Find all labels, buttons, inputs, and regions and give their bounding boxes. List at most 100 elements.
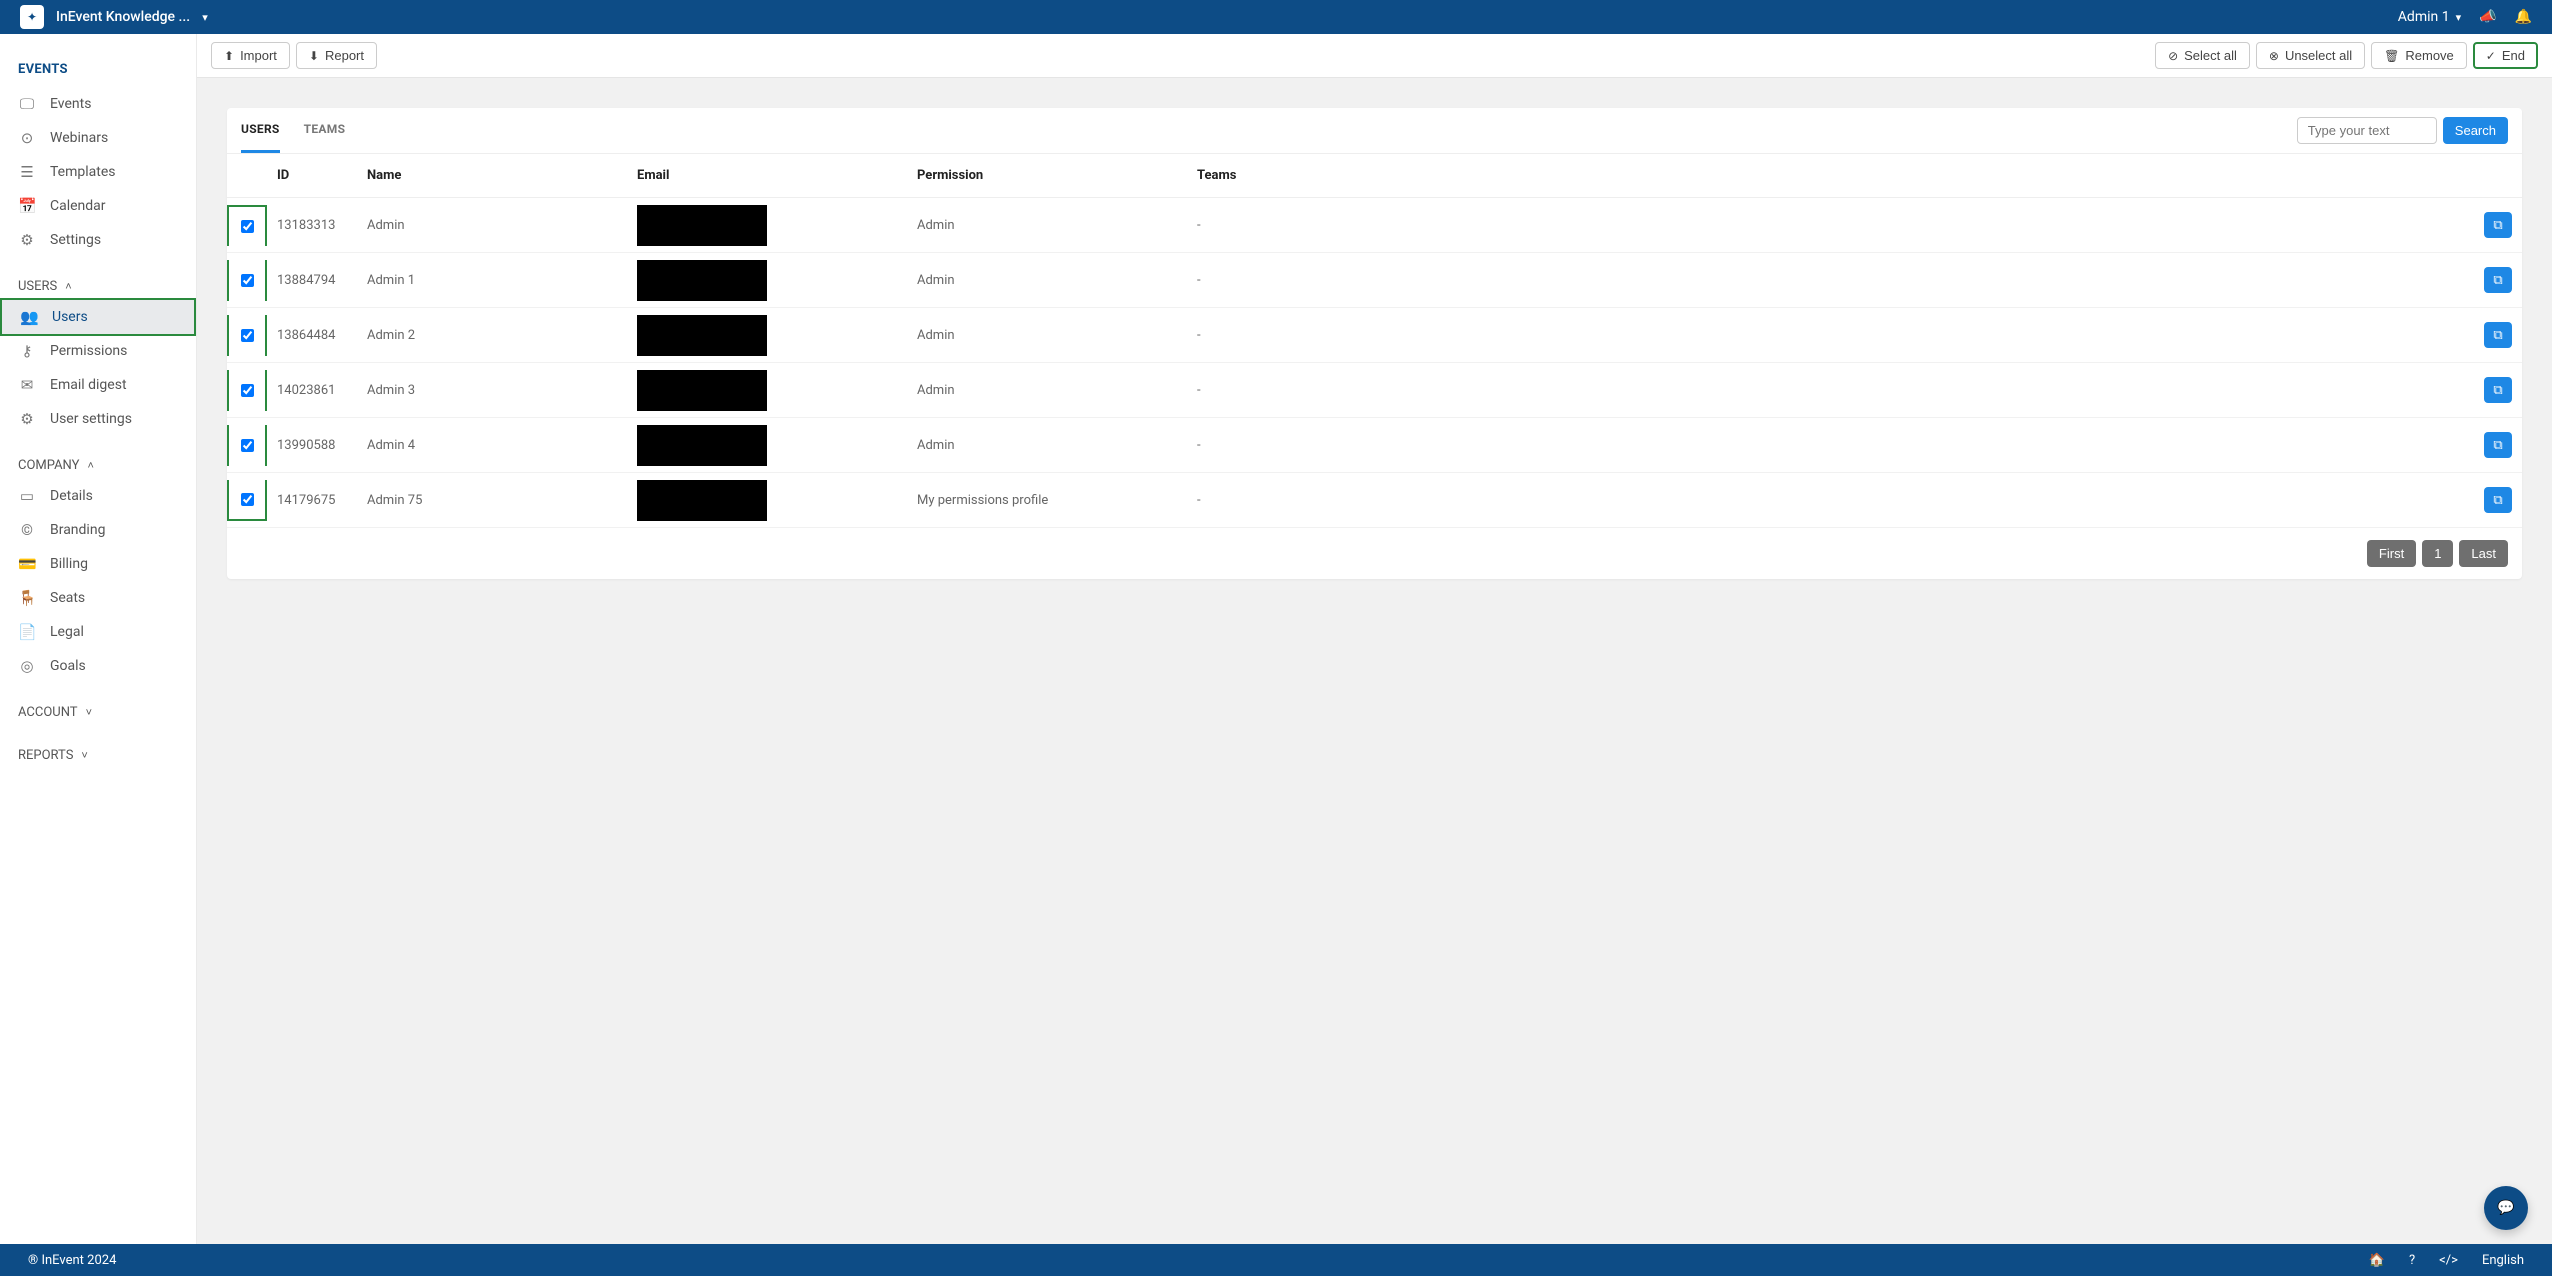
table-row[interactable]: 13990588Admin 4Admin-⧉ <box>227 418 2522 473</box>
sidebar-item-events[interactable]: 🖵 Events <box>0 87 196 121</box>
sidebar-item-users[interactable]: 👥Users <box>0 298 196 336</box>
search-button[interactable]: Search <box>2443 117 2508 144</box>
bell-icon[interactable]: 🔔 <box>2515 9 2532 25</box>
user-name: Admin 1 <box>2398 9 2450 25</box>
code-icon[interactable]: </> <box>2439 1253 2458 1268</box>
sidebar-item-email-digest[interactable]: ✉Email digest <box>0 368 196 402</box>
page-1-button[interactable]: 1 <box>2422 540 2453 567</box>
sidebar-item-templates[interactable]: ☰Templates <box>0 155 196 189</box>
page-first-button[interactable]: First <box>2367 540 2416 567</box>
external-link-icon: ⧉ <box>2493 272 2502 288</box>
remove-button[interactable]: 🗑Remove <box>2371 42 2467 69</box>
table-row[interactable]: 13183313AdminAdmin-⧉ <box>227 198 2522 253</box>
home-icon[interactable]: 🏠 <box>2369 1253 2385 1268</box>
table-row[interactable]: 13884794Admin 1Admin-⧉ <box>227 253 2522 308</box>
cell-name: Admin 2 <box>357 308 627 363</box>
cell-name: Admin 4 <box>357 418 627 473</box>
upload-icon: ⬆ <box>224 49 234 63</box>
end-button[interactable]: ✓End <box>2473 42 2538 69</box>
language-switch[interactable]: English <box>2482 1253 2524 1268</box>
chevron-down-icon: ▾ <box>2456 11 2462 24</box>
row-checkbox[interactable] <box>241 274 254 287</box>
sidebar-group-account[interactable]: ACCOUNT˅ <box>0 693 196 726</box>
help-icon[interactable]: ? <box>2409 1253 2415 1268</box>
legal-icon: 📄 <box>18 623 36 641</box>
cell-name: Admin 1 <box>357 253 627 308</box>
sidebar-item-billing[interactable]: 💳Billing <box>0 547 196 581</box>
unselect-all-button[interactable]: ⊗Unselect all <box>2256 42 2365 69</box>
row-checkbox[interactable] <box>241 329 254 342</box>
tab-teams[interactable]: TEAMS <box>304 108 346 153</box>
cell-permission: Admin <box>907 363 1187 418</box>
x-circle-icon: ⊗ <box>2269 49 2279 63</box>
external-link-icon: ⧉ <box>2493 217 2502 233</box>
table-row[interactable]: 14179675Admin 75My permissions profile-⧉ <box>227 473 2522 528</box>
cell-teams: - <box>1187 308 2462 363</box>
open-row-button[interactable]: ⧉ <box>2484 322 2512 348</box>
chevron-down-icon: ˅ <box>86 706 92 719</box>
cell-name: Admin <box>357 198 627 253</box>
sidebar-item-details[interactable]: ▭Details <box>0 479 196 513</box>
th-name: Name <box>357 154 627 198</box>
report-button[interactable]: ⬇Report <box>296 42 377 69</box>
sidebar-group-reports[interactable]: REPORTS˅ <box>0 736 196 769</box>
sidebar-item-permissions[interactable]: ⚷Permissions <box>0 334 196 368</box>
open-row-button[interactable]: ⧉ <box>2484 377 2512 403</box>
sidebar-item-goals[interactable]: ◎Goals <box>0 649 196 683</box>
chevron-up-icon: ˄ <box>65 280 71 293</box>
cell-name: Admin 75 <box>357 473 627 528</box>
label: Calendar <box>50 198 106 214</box>
sidebar-item-seats[interactable]: 🪑Seats <box>0 581 196 615</box>
cell-id: 13864484 <box>267 308 357 363</box>
cell-id: 13990588 <box>267 418 357 473</box>
goals-icon: ◎ <box>18 657 36 675</box>
sidebar-item-settings[interactable]: ⚙Settings <box>0 223 196 257</box>
open-row-button[interactable]: ⧉ <box>2484 267 2512 293</box>
sidebar-section-events: EVENTS <box>0 52 196 87</box>
open-row-button[interactable]: ⧉ <box>2484 432 2512 458</box>
cell-email <box>627 253 907 308</box>
cell-permission: My permissions profile <box>907 473 1187 528</box>
label: Events <box>50 96 91 112</box>
cell-email <box>627 363 907 418</box>
tab-users[interactable]: USERS <box>241 108 280 153</box>
sidebar-item-calendar[interactable]: 📅Calendar <box>0 189 196 223</box>
page-last-button[interactable]: Last <box>2459 540 2508 567</box>
open-row-button[interactable]: ⧉ <box>2484 487 2512 513</box>
sidebar-item-webinars[interactable]: ⊙Webinars <box>0 121 196 155</box>
app-logo: ✦ <box>20 5 44 29</box>
row-checkbox[interactable] <box>241 493 254 506</box>
row-checkbox[interactable] <box>241 384 254 397</box>
th-id: ID <box>267 154 357 198</box>
label: Permissions <box>50 343 127 359</box>
row-checkbox[interactable] <box>241 220 254 233</box>
cell-email <box>627 308 907 363</box>
sidebar-item-branding[interactable]: ©Branding <box>0 513 196 547</box>
chevron-down-icon[interactable]: ▾ <box>202 11 208 24</box>
cell-permission: Admin <box>907 253 1187 308</box>
table-row[interactable]: 14023861Admin 3Admin-⧉ <box>227 363 2522 418</box>
label: Legal <box>50 624 84 640</box>
import-button[interactable]: ⬆Import <box>211 42 290 69</box>
megaphone-icon[interactable]: 📣 <box>2479 9 2496 25</box>
select-all-button[interactable]: ⊘Select all <box>2155 42 2250 69</box>
label: User settings <box>50 411 132 427</box>
sidebar-item-legal[interactable]: 📄 Legal <box>0 615 196 649</box>
user-menu[interactable]: Admin 1 ▾ <box>2398 9 2461 25</box>
label: Details <box>50 488 93 504</box>
sidebar-group-company[interactable]: COMPANY˄ <box>0 446 196 479</box>
template-icon: ☰ <box>18 163 36 181</box>
chat-bubble[interactable]: 💬 <box>2484 1186 2528 1230</box>
row-checkbox[interactable] <box>241 439 254 452</box>
sidebar-group-users[interactable]: USERS˄ <box>0 267 196 300</box>
monitor-icon: 🖵 <box>18 95 36 113</box>
table-row[interactable]: 13864484Admin 2Admin-⧉ <box>227 308 2522 363</box>
cell-permission: Admin <box>907 198 1187 253</box>
cell-teams: - <box>1187 363 2462 418</box>
cell-permission: Admin <box>907 418 1187 473</box>
search-input[interactable] <box>2297 117 2437 144</box>
copyright: ® InEvent 2024 <box>28 1253 116 1268</box>
open-row-button[interactable]: ⧉ <box>2484 212 2512 238</box>
users-table: ID Name Email Permission Teams 13183313A… <box>227 154 2522 528</box>
sidebar-item-user-settings[interactable]: ⚙User settings <box>0 402 196 436</box>
